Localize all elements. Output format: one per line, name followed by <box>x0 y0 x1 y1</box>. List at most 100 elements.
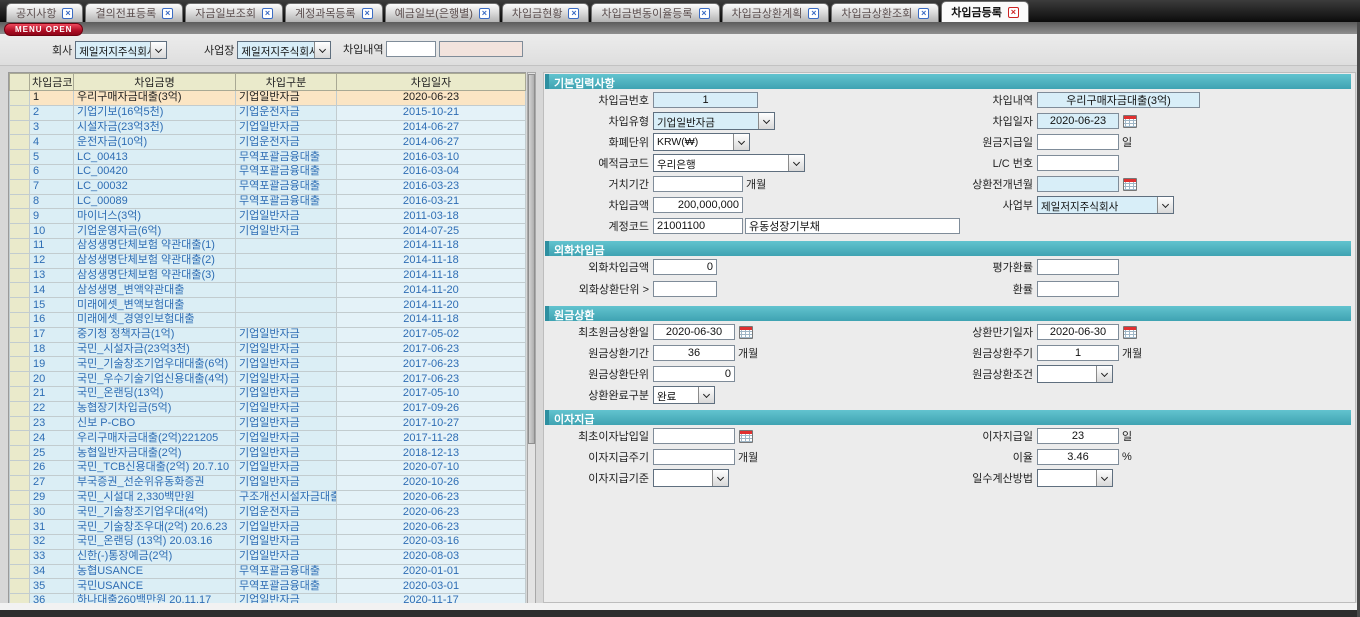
tab-close-icon[interactable]: × <box>162 8 173 19</box>
loan-name-cell[interactable]: 국민_온랜딩 (13억) 20.03.16 <box>74 534 236 549</box>
loan-type-cell[interactable]: 기업일반자금 <box>236 520 337 535</box>
first-interest-date-input[interactable] <box>653 428 735 444</box>
row-selector-cell[interactable] <box>10 253 30 268</box>
row-selector-cell[interactable] <box>10 164 30 179</box>
loan-row[interactable]: 19국민_기술창조기업우대대출(6억)기업일반자금2017-06-23 <box>10 357 526 372</box>
loan-name-cell[interactable]: LC_00420 <box>74 164 236 179</box>
row-selector-cell[interactable] <box>10 298 30 313</box>
loan-row[interactable]: 16미래에셋_경영인보험대출2014-11-18 <box>10 312 526 327</box>
lc-number-input[interactable] <box>1037 155 1119 171</box>
loan-name-cell[interactable]: 기업운영자금(6억) <box>74 224 236 239</box>
row-selector-cell[interactable] <box>10 312 30 327</box>
tab-close-icon[interactable]: × <box>699 8 710 19</box>
loan-no-input[interactable] <box>653 92 758 108</box>
loan-type-cell[interactable]: 기업운전자금 <box>236 135 337 150</box>
loan-code-cell[interactable]: 16 <box>30 312 74 327</box>
calendar-icon[interactable] <box>1123 326 1137 339</box>
loan-code-cell[interactable]: 33 <box>30 549 74 564</box>
loan-code-cell[interactable]: 22 <box>30 401 74 416</box>
loan-name-cell[interactable]: 국민_기술창조기업우대대출(6억) <box>74 357 236 372</box>
loan-name-cell[interactable]: 농협USANCE <box>74 564 236 579</box>
loan-code-cell[interactable]: 3 <box>30 120 74 135</box>
row-selector-cell[interactable] <box>10 179 30 194</box>
loan-name-cell[interactable]: LC_00032 <box>74 179 236 194</box>
row-selector-cell[interactable] <box>10 490 30 505</box>
loan-type-cell[interactable]: 기업일반자금 <box>236 401 337 416</box>
loan-name-cell[interactable]: 삼성생명단체보험 약관대출(3) <box>74 268 236 283</box>
tab-9[interactable]: 차입금상환조회× <box>831 3 939 22</box>
loan-code-cell[interactable]: 30 <box>30 505 74 520</box>
loan-row[interactable]: 35국민USANCE무역포괄금융대출2020-03-01 <box>10 579 526 594</box>
loan-name-cell[interactable]: 중기청 정책자금(1억) <box>74 327 236 342</box>
loan-name-cell[interactable]: 삼성생명단체보험 약관대출(1) <box>74 238 236 253</box>
calendar-icon[interactable] <box>739 326 753 339</box>
loan-type-cell[interactable]: 무역포괄금융대출 <box>236 579 337 594</box>
grace-period-input[interactable] <box>653 176 743 192</box>
loan-code-cell[interactable]: 13 <box>30 268 74 283</box>
loan-type-cell[interactable] <box>236 253 337 268</box>
division-select[interactable]: 제일저지주식회사 <box>1037 196 1174 214</box>
loan-code-cell[interactable]: 17 <box>30 327 74 342</box>
row-selector-cell[interactable] <box>10 209 30 224</box>
loan-date-cell[interactable]: 2020-01-01 <box>337 564 526 579</box>
loan-name-cell[interactable]: 삼성생명단체보험 약관대출(2) <box>74 253 236 268</box>
account-name-input[interactable] <box>745 218 960 234</box>
loan-date-cell[interactable]: 2017-06-23 <box>337 342 526 357</box>
interest-rate-input[interactable] <box>1037 449 1119 465</box>
loan-type-cell[interactable] <box>236 312 337 327</box>
tab-6[interactable]: 차입금현황× <box>502 3 590 22</box>
loan-row[interactable]: 12삼성생명단체보험 약관대출(2)2014-11-18 <box>10 253 526 268</box>
loan-date-cell[interactable]: 2017-05-10 <box>337 386 526 401</box>
loan-date-cell[interactable]: 2016-03-21 <box>337 194 526 209</box>
loan-name-cell[interactable]: 국민USANCE <box>74 579 236 594</box>
loan-name-cell[interactable]: 우리구매자금대출(3억) <box>74 91 236 106</box>
row-selector-cell[interactable] <box>10 579 30 594</box>
row-selector-cell[interactable] <box>10 135 30 150</box>
row-selector-cell[interactable] <box>10 475 30 490</box>
loan-code-cell[interactable]: 29 <box>30 490 74 505</box>
loan-row[interactable]: 15미래에셋_변액보험대출2014-11-20 <box>10 298 526 313</box>
row-selector-cell[interactable] <box>10 401 30 416</box>
tab-8[interactable]: 차입금상환계획× <box>722 3 830 22</box>
loan-row[interactable]: 3시설자금(23억3천)기업일반자금2014-06-27 <box>10 120 526 135</box>
loan-row[interactable]: 34농협USANCE무역포괄금융대출2020-01-01 <box>10 564 526 579</box>
interest-basis-select[interactable] <box>653 469 729 487</box>
loan-name-cell[interactable]: 국민_시설자금(23억3천) <box>74 342 236 357</box>
loan-code-cell[interactable]: 11 <box>30 238 74 253</box>
loan-code-cell[interactable]: 26 <box>30 460 74 475</box>
loan-row[interactable]: 30국민_기술창조기업우대(4억)기업운전자금2020-06-23 <box>10 505 526 520</box>
loan-date-cell[interactable]: 2020-06-23 <box>337 505 526 520</box>
loan-code-cell[interactable]: 35 <box>30 579 74 594</box>
row-selector-cell[interactable] <box>10 534 30 549</box>
loan-type-cell[interactable]: 무역포괄금융대출 <box>236 164 337 179</box>
loan-date-cell[interactable]: 2016-03-23 <box>337 179 526 194</box>
loan-date-cell[interactable]: 2014-07-25 <box>337 224 526 239</box>
loan-name-cell[interactable]: 신한(-)통장예금(2억) <box>74 549 236 564</box>
foreign-repay-unit-input[interactable] <box>653 281 717 297</box>
repay-period-input[interactable] <box>653 345 735 361</box>
loan-row[interactable]: 5LC_00413무역포괄금융대출2016-03-10 <box>10 150 526 165</box>
tab-10[interactable]: 차입금등록× <box>941 1 1029 22</box>
maturity-date-input[interactable] <box>1037 324 1119 340</box>
loan-name-cell[interactable]: 국민_시설대 2,330백만원 <box>74 490 236 505</box>
loan-type-cell[interactable]: 기업일반자금 <box>236 342 337 357</box>
loan-type-cell[interactable]: 기업운전자금 <box>236 505 337 520</box>
currency-select[interactable]: KRW(₩) <box>653 133 750 151</box>
loan-date-cell[interactable]: 2020-03-01 <box>337 579 526 594</box>
tab-2[interactable]: 결의전표등록× <box>85 3 183 22</box>
loan-date-cell[interactable]: 2017-05-02 <box>337 327 526 342</box>
loan-row[interactable]: 6LC_00420무역포괄금융대출2016-03-04 <box>10 164 526 179</box>
calendar-icon[interactable] <box>1123 115 1137 128</box>
tab-close-icon[interactable]: × <box>808 8 819 19</box>
deposit-code-select[interactable]: 우리은행 <box>653 154 805 172</box>
loan-name-cell[interactable]: 국민_우수기술기업신용대출(4억) <box>74 372 236 387</box>
loan-code-cell[interactable]: 6 <box>30 164 74 179</box>
loan-name-cell[interactable]: LC_00413 <box>74 150 236 165</box>
row-selector-cell[interactable] <box>10 224 30 239</box>
tab-close-icon[interactable]: × <box>362 8 373 19</box>
loan-detail-name-input[interactable] <box>439 41 523 57</box>
tab-4[interactable]: 계정과목등록× <box>285 3 383 22</box>
loan-code-cell[interactable]: 34 <box>30 564 74 579</box>
loan-date-cell[interactable]: 2020-07-10 <box>337 460 526 475</box>
loan-code-cell[interactable]: 5 <box>30 150 74 165</box>
